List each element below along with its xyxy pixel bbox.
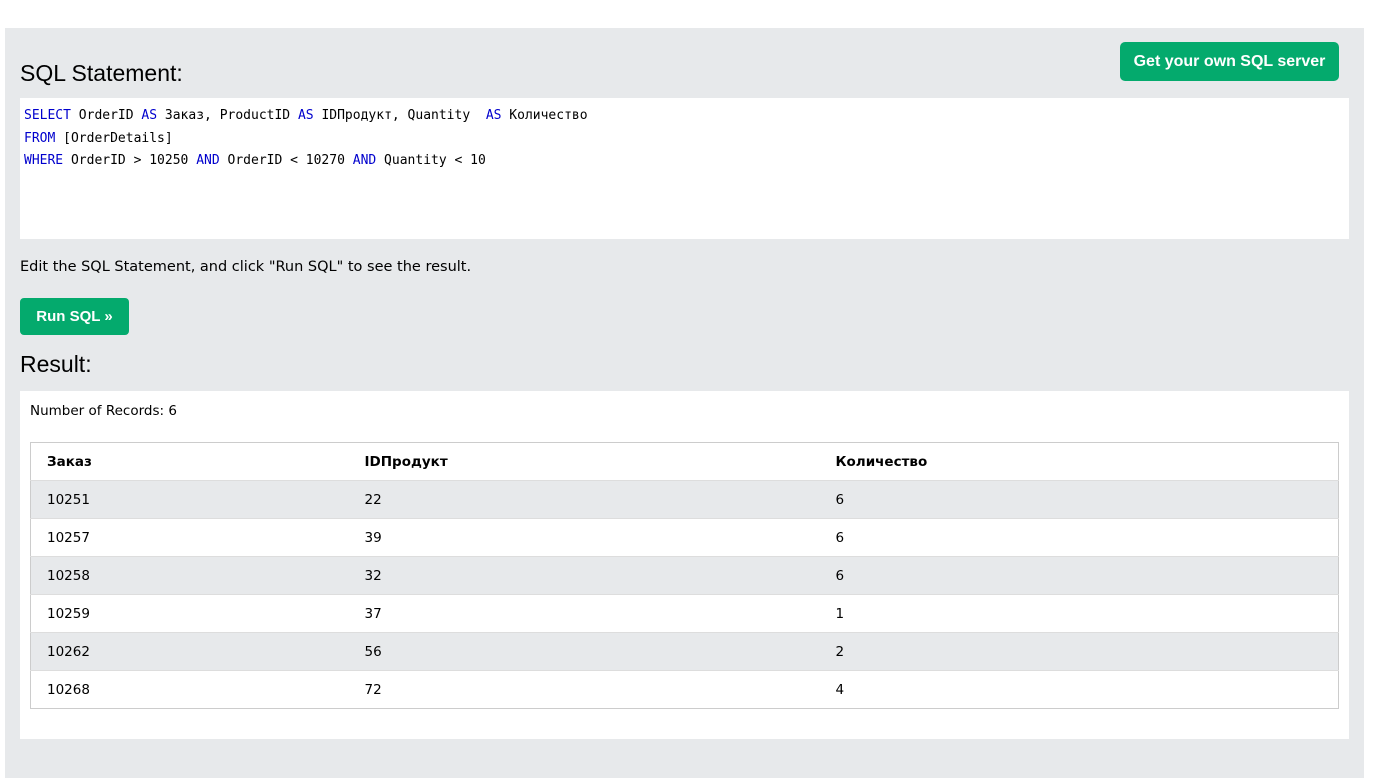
column-header-product-id: IDПродукт xyxy=(348,442,820,481)
table-cell: 56 xyxy=(364,643,382,660)
sql-text: Заказ, ProductID xyxy=(157,108,298,123)
table-cell: 10258 xyxy=(47,567,90,584)
table-cell: 39 xyxy=(364,529,382,546)
table-cell: 1 xyxy=(835,605,845,622)
sql-text: Quantity < 10 xyxy=(376,153,486,168)
sql-keyword: AS xyxy=(141,108,158,123)
sql-keyword: AND xyxy=(352,153,377,168)
sql-tryit-panel: SQL Statement: Get your own SQL server S… xyxy=(5,28,1364,778)
sql-line: WHERE OrderID > 10250 AND OrderID < 1027… xyxy=(24,150,1345,173)
table-cell: 72 xyxy=(364,681,382,698)
table-row: 10259 37 1 xyxy=(30,594,1339,633)
table-cell: 22 xyxy=(364,491,382,508)
record-count: Number of Records: 6 xyxy=(30,403,177,419)
column-header-quantity: Количество xyxy=(819,442,1339,481)
sql-line: SELECT OrderID AS Заказ, ProductID AS ID… xyxy=(24,105,1345,128)
table-cell: 6 xyxy=(835,491,845,508)
sql-keyword: FROM xyxy=(24,130,56,146)
column-header-order: Заказ xyxy=(30,442,349,481)
result-table-body: 10251 22 6 10257 39 6 10258 32 6 10259 37 1 10262 56 2… xyxy=(30,480,1339,709)
sql-text: OrderID xyxy=(70,108,142,123)
table-cell: 10268 xyxy=(47,681,90,698)
table-row: 10257 39 6 xyxy=(30,518,1339,557)
table-cell: 32 xyxy=(364,567,382,584)
sql-statement-heading: SQL Statement: xyxy=(20,60,183,86)
table-cell: 4 xyxy=(835,681,845,698)
result-container: Number of Records: 6 Заказ IDПродукт Кол… xyxy=(20,391,1349,739)
table-row: 10262 56 2 xyxy=(30,632,1339,671)
table-cell: 6 xyxy=(835,567,845,584)
sql-text: [OrderDetails] xyxy=(55,130,173,146)
sql-text: OrderID < 10270 xyxy=(219,153,353,168)
run-sql-button[interactable]: Run SQL » xyxy=(20,298,129,335)
table-header-row: Заказ IDПродукт Количество xyxy=(30,442,1339,481)
table-cell: 2 xyxy=(835,643,845,660)
sql-keyword: AS xyxy=(485,108,502,123)
table-row: 10251 22 6 xyxy=(30,480,1339,519)
sql-text: OrderID > 10250 xyxy=(63,153,197,168)
instructions-text: Edit the SQL Statement, and click "Run S… xyxy=(20,259,472,275)
sql-text: Количество xyxy=(501,108,588,123)
sql-editor[interactable]: SELECT OrderID AS Заказ, ProductID AS ID… xyxy=(20,98,1349,239)
table-cell: 10257 xyxy=(47,529,90,546)
sql-keyword: SELECT xyxy=(24,108,71,123)
sql-text: IDПродукт, Quantity xyxy=(313,108,486,123)
table-row: 10258 32 6 xyxy=(30,556,1339,595)
sql-keyword: AS xyxy=(297,108,314,123)
table-cell: 37 xyxy=(364,605,382,622)
sql-keyword: AND xyxy=(196,153,220,168)
sql-keyword: WHERE xyxy=(24,153,64,168)
table-cell: 10259 xyxy=(47,605,90,622)
table-cell: 10251 xyxy=(47,491,90,508)
table-cell: 10262 xyxy=(47,643,90,660)
table-row: 10268 72 4 xyxy=(30,670,1339,709)
result-heading: Result: xyxy=(20,351,92,377)
result-table: Заказ IDПродукт Количество 10251 22 6 10257… xyxy=(30,442,1339,709)
table-cell: 6 xyxy=(835,529,845,546)
sql-line: FROM [OrderDetails] xyxy=(24,128,1345,151)
get-own-sql-server-button[interactable]: Get your own SQL server xyxy=(1120,42,1339,81)
